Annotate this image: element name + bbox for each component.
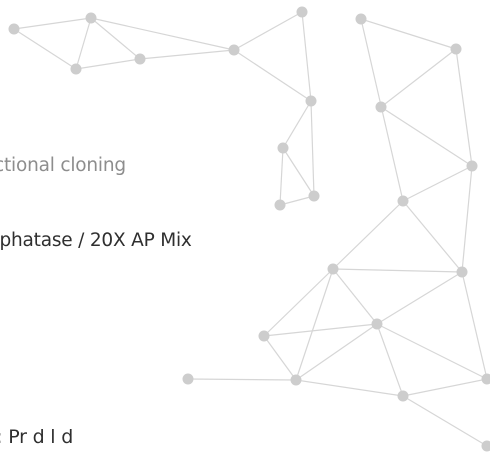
network-node	[8, 23, 20, 35]
network-node	[371, 318, 383, 330]
network-node	[450, 43, 462, 55]
network-node	[355, 13, 367, 25]
network-node	[274, 199, 286, 211]
network-edge	[187, 378, 297, 381]
network-graphic	[8, 6, 490, 452]
network-edge	[380, 48, 457, 108]
network-node	[70, 63, 82, 75]
network-edge	[295, 323, 378, 381]
slide-canvas: ctional cloning t sphatase / 20X AP Mix …	[0, 0, 490, 457]
network-node	[397, 195, 409, 207]
network-node	[296, 6, 308, 18]
network-edge	[75, 17, 92, 70]
network-edge	[233, 11, 303, 51]
network-edge	[455, 48, 473, 167]
network-edge	[310, 100, 315, 197]
network-edge	[332, 268, 463, 273]
network-edges	[13, 11, 488, 447]
network-node	[134, 53, 146, 65]
network-node	[375, 101, 387, 113]
network-edge	[402, 165, 473, 202]
network-edge	[13, 28, 77, 70]
network-edge	[263, 335, 297, 381]
network-node	[228, 44, 240, 56]
network-node	[481, 440, 490, 452]
network-nodes	[8, 6, 490, 452]
network-edge	[402, 395, 488, 447]
network-node	[466, 160, 478, 172]
slide-text-line: ll: Pr d l d	[0, 426, 74, 448]
network-edge	[263, 268, 334, 337]
network-edge	[402, 378, 488, 397]
network-edge	[75, 58, 141, 70]
network-edge	[332, 268, 378, 325]
network-edge	[461, 165, 473, 273]
network-node	[481, 373, 490, 385]
network-edge	[90, 17, 141, 60]
network-edge	[376, 271, 463, 325]
network-edge	[301, 11, 312, 102]
network-node	[327, 263, 339, 275]
network-node	[182, 373, 194, 385]
network-edge	[295, 379, 404, 397]
network-edge	[461, 271, 488, 380]
network-node	[308, 190, 320, 202]
network-edge	[282, 100, 312, 149]
network-edge	[279, 147, 284, 206]
network-edge	[360, 18, 457, 50]
network-edge	[295, 268, 334, 381]
slide-text-line: ctional cloning	[0, 155, 126, 176]
network-edge	[13, 17, 92, 30]
network-edge	[90, 17, 235, 51]
network-node	[290, 374, 302, 386]
network-edge	[139, 49, 235, 60]
network-node	[456, 266, 468, 278]
network-node	[258, 330, 270, 342]
network-node	[397, 390, 409, 402]
network-edge	[233, 49, 312, 102]
slide-text-line: sphatase / 20X AP Mix	[0, 230, 192, 251]
network-edge	[263, 323, 378, 337]
network-edge	[282, 147, 315, 197]
network-node	[305, 95, 317, 107]
network-node	[85, 12, 97, 24]
network-edge	[332, 200, 404, 270]
network-edge	[380, 106, 473, 167]
network-edge	[402, 200, 463, 273]
network-node	[277, 142, 289, 154]
